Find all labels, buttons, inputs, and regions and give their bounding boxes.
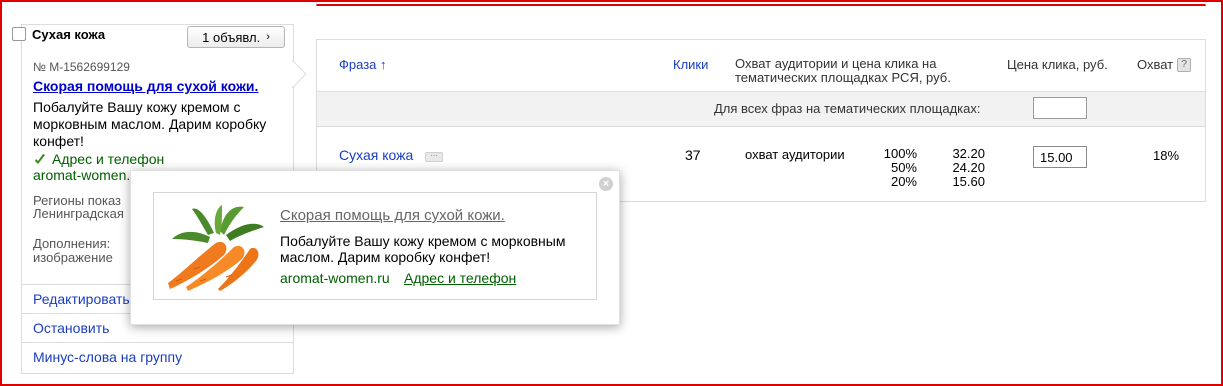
reach-price: 24.20 <box>952 160 985 175</box>
row-phrase-link[interactable]: Сухая кожа <box>339 147 413 163</box>
carrot-image <box>168 205 264 291</box>
preview-title-link[interactable]: Скорая помощь для сухой кожи. <box>280 207 505 224</box>
ad-text: Побалуйте Вашу кожу кремом с морковным м… <box>33 99 267 149</box>
negative-keywords-link[interactable]: Минус-слова на группу <box>21 342 294 371</box>
header-phrase[interactable]: Фраза ↑ <box>339 57 387 72</box>
ads-count-button[interactable]: 1 объявл. › <box>187 26 285 48</box>
ad-number: № М-1562699129 <box>33 60 130 74</box>
header-coverage-label: Охват <box>1137 57 1174 72</box>
ad-preview-popup: × Скорая помощь для сухой кожи. Побалуйт… <box>130 170 620 325</box>
reach-percent: 20% <box>890 174 917 189</box>
reach-price: 32.20 <box>952 146 985 161</box>
all-phrases-row: Для всех фраз на тематических площадках: <box>317 91 1205 127</box>
preview-text: Побалуйте Вашу кожу кремом с морковным м… <box>280 233 566 265</box>
phone-icon <box>35 154 45 164</box>
row-clicks: 37 <box>685 147 701 163</box>
chevron-right-icon: › <box>266 31 270 43</box>
help-icon[interactable]: ? <box>1177 57 1192 72</box>
more-dots-button[interactable]: ··· <box>425 152 443 162</box>
regions-value: Ленинградская <box>33 206 124 221</box>
close-icon[interactable]: × <box>599 177 613 191</box>
preview-contacts-link[interactable]: Адрес и телефон <box>404 270 516 286</box>
row-cpc-input[interactable] <box>1033 146 1087 168</box>
header-clicks[interactable]: Клики <box>673 57 708 72</box>
row-reach-prices: 32.20 24.20 15.60 <box>945 147 985 189</box>
reach-percent: 50% <box>890 160 917 175</box>
ads-count-label: 1 объявл. <box>202 29 261 45</box>
all-phrases-label: Для всех фраз на тематических площадках: <box>714 101 981 116</box>
row-reach-label: охват аудитории <box>745 147 845 162</box>
header-coverage: Охват ? <box>1137 57 1192 72</box>
all-phrases-cpc-input[interactable] <box>1033 97 1087 119</box>
ad-preview: Скорая помощь для сухой кожи. Побалуйте … <box>153 192 597 300</box>
reach-percent: 100% <box>883 146 917 161</box>
ad-contacts-link[interactable]: Адрес и телефон <box>33 151 164 167</box>
top-panel-edge <box>316 0 1206 6</box>
ad-domain: aromat-women. <box>33 167 131 183</box>
addons-label: Дополнения: <box>33 236 111 251</box>
header-cpc: Цена клика, руб. <box>1007 57 1108 72</box>
group-checkbox[interactable] <box>12 27 26 41</box>
row-coverage: 18% <box>1153 148 1180 163</box>
row-reach-percents: 100% 50% 20% <box>865 147 917 189</box>
ad-title-link[interactable]: Скорая помощь для сухой кожи. <box>33 78 258 94</box>
group-header: Сухая кожа <box>12 25 105 43</box>
preview-domain: aromat-women.ru <box>280 270 390 286</box>
sort-arrow-icon: ↑ <box>380 57 387 72</box>
ad-contacts-label: Адрес и телефон <box>52 151 165 167</box>
addons-value: изображение <box>33 250 113 265</box>
card-pointer <box>292 60 306 88</box>
group-title: Сухая кожа <box>32 26 106 42</box>
header-reach: Охват аудитории и цена клика на тематиче… <box>735 56 951 85</box>
header-phrase-label: Фраза <box>339 57 377 72</box>
reach-price: 15.60 <box>952 174 985 189</box>
